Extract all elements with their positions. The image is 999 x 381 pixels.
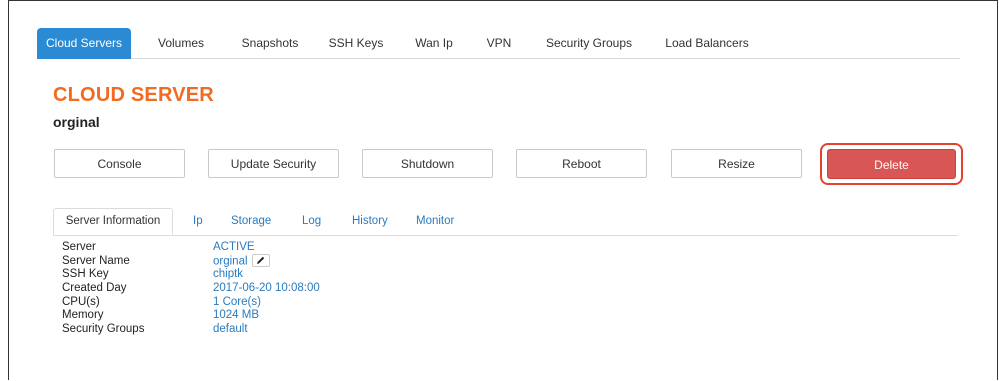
cpu-value: 1 Core(s) (213, 295, 261, 308)
info-label: Memory (62, 309, 104, 322)
pencil-icon (256, 256, 264, 264)
reboot-button[interactable]: Reboot (516, 149, 647, 178)
info-label: Server Name (62, 254, 130, 267)
tab-snapshots[interactable]: Snapshots (236, 28, 304, 58)
tab-cloud-servers[interactable]: Cloud Servers (37, 28, 131, 59)
console-button[interactable]: Console (54, 149, 185, 178)
info-label: Security Groups (62, 323, 145, 336)
server-name-value: orginal (213, 255, 248, 268)
page-title: CLOUD SERVER (53, 84, 214, 106)
server-name-heading: orginal (53, 114, 100, 130)
ssh-key-value[interactable]: chiptk (213, 268, 243, 282)
tab-wan-ip[interactable]: Wan Ip (410, 28, 458, 58)
info-label: SSH Key (62, 268, 109, 281)
sub-tab-bar: Server Information Ip Storage Log Histor… (53, 208, 958, 236)
info-label: Created Day (62, 282, 127, 295)
delete-button[interactable]: Delete (827, 149, 956, 179)
top-tab-bar: Cloud Servers Volumes Snapshots SSH Keys… (37, 28, 960, 59)
delete-highlight: Delete (820, 143, 963, 185)
resize-button[interactable]: Resize (671, 149, 802, 178)
tab-ip[interactable]: Ip (193, 208, 203, 235)
tab-ssh-keys[interactable]: SSH Keys (327, 28, 385, 58)
tab-monitor[interactable]: Monitor (416, 208, 454, 235)
tab-security-groups[interactable]: Security Groups (543, 28, 635, 58)
tab-load-balancers[interactable]: Load Balancers (661, 28, 753, 58)
update-security-button[interactable]: Update Security (208, 149, 339, 178)
tab-history[interactable]: History (352, 208, 388, 235)
tab-server-information[interactable]: Server Information (53, 208, 173, 235)
edit-name-button[interactable] (251, 253, 270, 267)
security-groups-value[interactable]: default (213, 323, 248, 337)
shutdown-button[interactable]: Shutdown (362, 149, 493, 178)
created-day-value: 2017-06-20 10:08:00 (213, 282, 320, 295)
server-name-value-wrap: orginal (213, 253, 270, 269)
memory-value: 1024 MB (213, 309, 260, 322)
tab-storage[interactable]: Storage (231, 208, 271, 235)
tab-log[interactable]: Log (302, 208, 321, 235)
info-label: Server (62, 241, 96, 253)
info-label: CPU(s) (62, 295, 100, 308)
server-status-value: ACTIVE (213, 241, 255, 253)
tab-volumes[interactable]: Volumes (151, 28, 211, 58)
tab-vpn[interactable]: VPN (483, 28, 515, 58)
